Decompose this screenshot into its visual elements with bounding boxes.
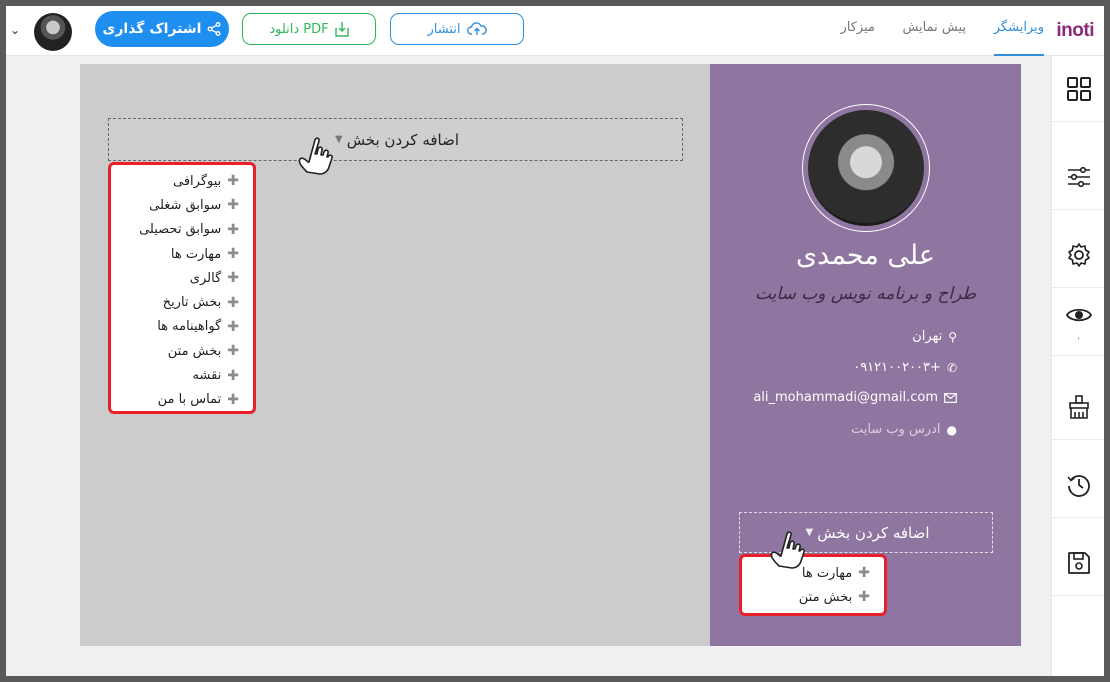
add-section-button-main[interactable]: ▼ اضافه کردن بخش bbox=[108, 118, 683, 161]
plus-icon: ✚ bbox=[227, 270, 239, 287]
sidebar-item-settings-sliders[interactable] bbox=[1052, 144, 1104, 210]
plus-icon: ✚ bbox=[227, 246, 239, 263]
right-sidebar: ۰ bbox=[1051, 56, 1104, 676]
profile-photo bbox=[808, 110, 924, 226]
menu-item-certificates[interactable]: ✚ گواهینامه ها bbox=[121, 315, 239, 339]
email-value: ali_mohammadi@gmail.com bbox=[753, 390, 938, 405]
menu-item-label: گالری bbox=[189, 270, 222, 286]
phone-value: +۰۹۱۲۱۰۰۲۰۰۳ bbox=[853, 360, 941, 375]
app-logo: inoti bbox=[1056, 20, 1094, 41]
menu-item-label: گواهینامه ها bbox=[157, 319, 222, 335]
globe-icon: ● bbox=[946, 422, 957, 437]
menu-item-text[interactable]: ✚ بخش متن bbox=[752, 585, 870, 609]
sidebar-item-layout[interactable] bbox=[1052, 56, 1104, 122]
menu-item-label: مهارت ها bbox=[170, 246, 222, 262]
envelope-icon bbox=[944, 392, 957, 403]
plus-icon: ✚ bbox=[227, 221, 239, 238]
chevron-down-icon[interactable]: ⌄ bbox=[10, 23, 20, 37]
menu-item-label: نقشه bbox=[192, 368, 222, 384]
plus-icon: ✚ bbox=[227, 391, 239, 408]
info-phone[interactable]: ✆ +۰۹۱۲۱۰۰۲۰۰۳ bbox=[853, 360, 957, 375]
top-bar: inoti ویرایشگر پیش نمایش میزکار انتشار د… bbox=[6, 6, 1104, 56]
cloud-upload-icon bbox=[466, 22, 487, 35]
website-value: ادرس وب سایت bbox=[850, 422, 941, 437]
menu-item-skills[interactable]: ✚ مهارت ها bbox=[121, 242, 239, 266]
resume-canvas: ▼ اضافه کردن بخش ✚ بیوگرافی ✚ سوابق شغلی ✚… bbox=[80, 64, 1021, 646]
menu-item-education[interactable]: ✚ سوابق تحصیلی bbox=[121, 218, 239, 242]
views-count: ۰ bbox=[1076, 333, 1081, 344]
sidebar-item-history[interactable] bbox=[1052, 452, 1104, 518]
share-icon bbox=[208, 22, 221, 36]
menu-item-work-history[interactable]: ✚ سوابق شغلی bbox=[121, 193, 239, 217]
download-icon bbox=[334, 22, 349, 37]
gear-icon bbox=[1067, 242, 1090, 267]
publish-button[interactable]: انتشار bbox=[390, 13, 524, 45]
tab-preview[interactable]: پیش نمایش bbox=[902, 20, 966, 56]
menu-item-label: سوابق شغلی bbox=[149, 197, 222, 213]
eye-icon bbox=[1065, 308, 1092, 321]
share-button[interactable]: اشتراک گذاری bbox=[95, 11, 229, 47]
sidebar-item-save[interactable] bbox=[1052, 530, 1104, 596]
add-section-menu-main: ✚ بیوگرافی ✚ سوابق شغلی ✚ سوابق تحصیلی ✚ مها… bbox=[108, 162, 256, 414]
phone-icon: ✆ bbox=[946, 360, 957, 375]
download-pdf-button[interactable]: دانلود PDF bbox=[242, 13, 376, 45]
location-pin-icon: ⚲ bbox=[948, 329, 957, 344]
plus-icon: ✚ bbox=[227, 197, 239, 214]
tab-desk[interactable]: میزکار bbox=[841, 20, 876, 56]
add-section-label: اضافه کردن بخش bbox=[346, 130, 460, 149]
save-icon bbox=[1067, 551, 1090, 574]
history-icon bbox=[1066, 474, 1090, 497]
sidebar-item-views[interactable]: ۰ bbox=[1052, 290, 1104, 356]
menu-item-label: بخش تاریخ bbox=[162, 295, 222, 311]
sidebar-item-settings[interactable] bbox=[1052, 222, 1104, 288]
plus-icon: ✚ bbox=[227, 367, 239, 384]
menu-item-timeline[interactable]: ✚ بخش تاریخ bbox=[121, 290, 239, 314]
menu-item-map[interactable]: ✚ نقشه bbox=[121, 363, 240, 387]
pointer-hand-icon bbox=[298, 137, 333, 175]
plus-icon: ✚ bbox=[858, 565, 870, 582]
sidebar-item-theme[interactable] bbox=[1052, 374, 1104, 440]
info-email[interactable]: ali_mohammadi@gmail.com bbox=[753, 390, 957, 405]
tab-editor[interactable]: ویرایشگر bbox=[993, 20, 1044, 56]
download-pdf-label: دانلود PDF bbox=[269, 21, 329, 37]
app-window: inoti ویرایشگر پیش نمایش میزکار انتشار د… bbox=[6, 6, 1104, 676]
brush-icon bbox=[1068, 394, 1089, 419]
info-website[interactable]: ● ادرس وب سایت bbox=[851, 422, 957, 437]
plus-icon: ✚ bbox=[227, 294, 239, 311]
menu-item-text[interactable]: ✚ بخش متن bbox=[121, 339, 239, 363]
menu-item-label: سوابق تحصیلی bbox=[139, 222, 222, 238]
user-avatar[interactable] bbox=[34, 13, 72, 51]
profile-name[interactable]: علی محمدی bbox=[710, 240, 1021, 271]
add-section-label: اضافه کردن بخش bbox=[817, 523, 930, 542]
city-value: تهران bbox=[912, 329, 943, 344]
profile-column: علی محمدی طراح و برنامه نویس وب سایت ⚲ ت… bbox=[710, 64, 1021, 646]
add-section-menu-side: ✚ مهارت ها ✚ بخش متن bbox=[739, 554, 887, 616]
menu-item-contact[interactable]: ✚ تماس با من bbox=[121, 388, 239, 412]
plus-icon: ✚ bbox=[227, 318, 239, 335]
menu-item-biography[interactable]: ✚ بیوگرافی bbox=[121, 169, 239, 193]
menu-item-label: بخش متن bbox=[167, 343, 222, 359]
info-city[interactable]: ⚲ تهران bbox=[912, 329, 957, 344]
grid-icon bbox=[1066, 76, 1091, 101]
pointer-hand-icon bbox=[770, 531, 805, 569]
plus-icon: ✚ bbox=[227, 343, 239, 360]
plus-icon: ✚ bbox=[858, 589, 870, 606]
menu-item-label: مهارت ها bbox=[801, 565, 853, 581]
menu-item-label: بیوگرافی bbox=[172, 173, 222, 189]
menu-item-gallery[interactable]: ✚ گالری bbox=[121, 266, 239, 290]
menu-item-label: بخش متن bbox=[798, 589, 853, 605]
menu-item-label: تماس با من bbox=[157, 392, 222, 408]
publish-label: انتشار bbox=[427, 21, 461, 37]
share-label: اشتراک گذاری bbox=[102, 21, 202, 37]
profile-photo-frame[interactable] bbox=[802, 104, 930, 232]
profile-job-title[interactable]: طراح و برنامه نویس وب سایت bbox=[710, 284, 1021, 304]
plus-icon: ✚ bbox=[227, 173, 239, 190]
sliders-icon bbox=[1067, 166, 1090, 187]
